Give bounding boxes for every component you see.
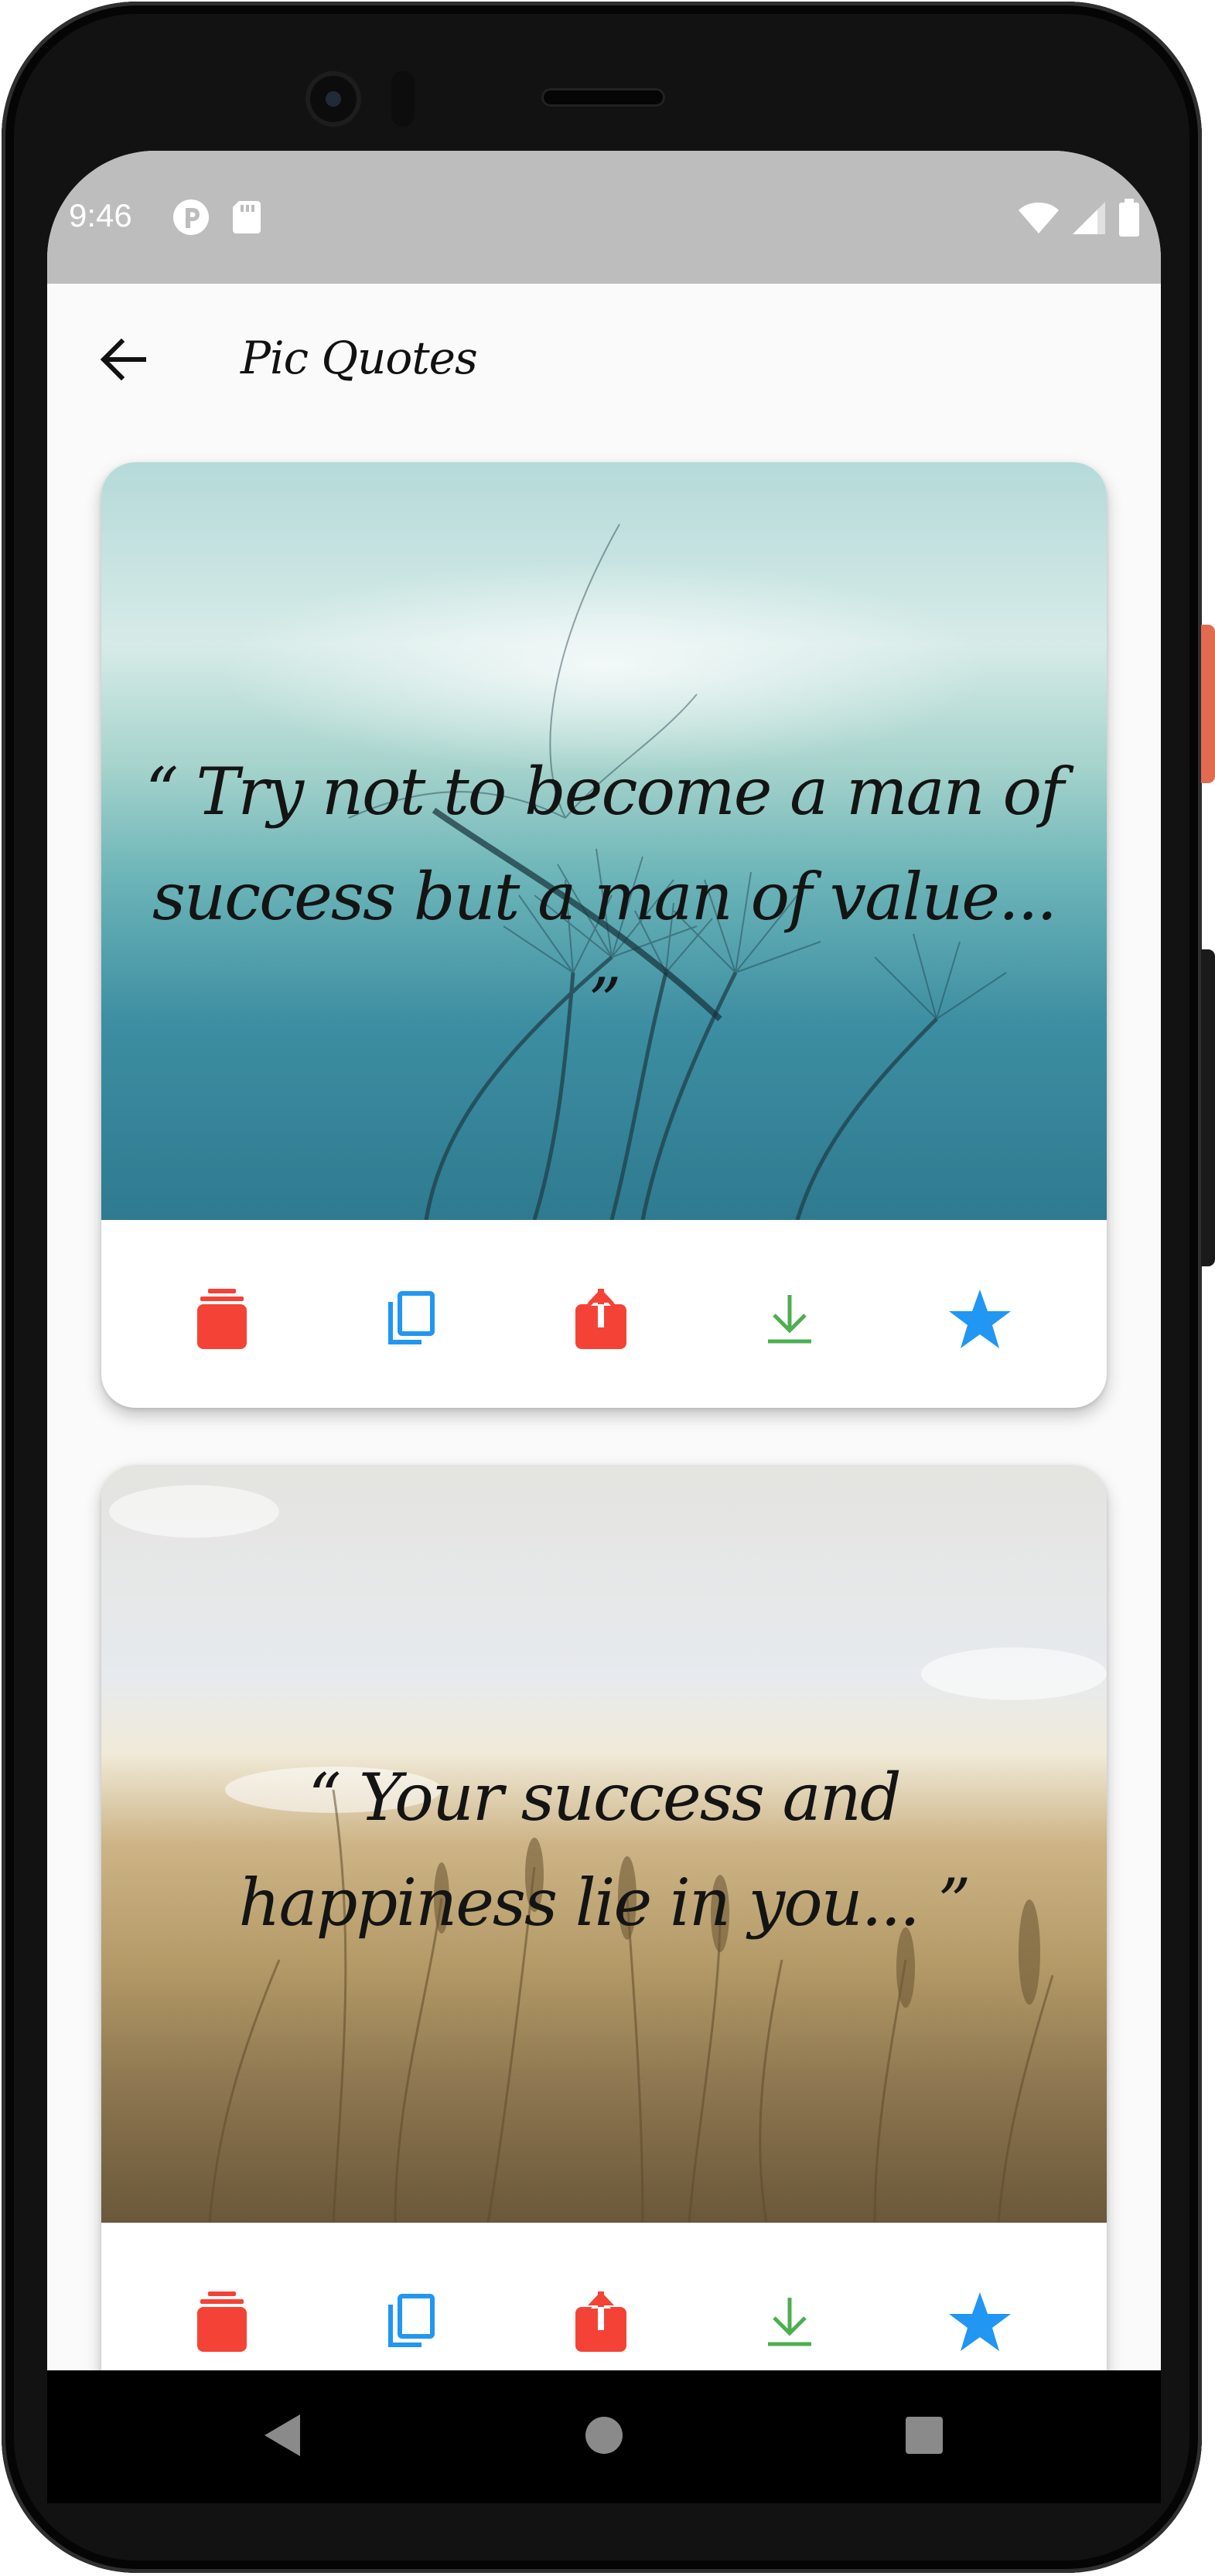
status-left-icons <box>171 197 262 240</box>
download-icon <box>766 1293 813 1348</box>
quote-image[interactable]: “ Try not to become a man of success but… <box>101 462 1107 1220</box>
front-camera <box>305 71 361 127</box>
delete-icon <box>197 1289 247 1352</box>
delete-button[interactable] <box>185 2286 259 2360</box>
download-button[interactable] <box>753 2286 827 2360</box>
favorite-star-icon <box>947 2291 1012 2356</box>
cell-signal-icon <box>1071 200 1107 239</box>
status-bar: 9:46 <box>47 151 1161 284</box>
status-right-icons <box>1017 199 1141 240</box>
nav-back-icon <box>263 2413 302 2461</box>
quote-text: “ Your success and happiness lie in you.… <box>238 1760 971 1941</box>
download-icon <box>766 2296 813 2350</box>
download-button[interactable] <box>753 1283 827 1358</box>
app-title: Pic Quotes <box>241 332 478 384</box>
delete-button[interactable] <box>185 1283 259 1358</box>
nav-home-button[interactable] <box>576 2409 632 2465</box>
card-actions <box>101 1220 1107 1408</box>
favorite-star-icon <box>947 1288 1012 1353</box>
battery-icon <box>1118 199 1141 240</box>
nav-recents-icon <box>904 2415 944 2458</box>
share-button[interactable] <box>564 2286 638 2360</box>
nav-home-icon <box>584 2415 624 2458</box>
copy-button[interactable] <box>374 1283 448 1358</box>
quote-image[interactable]: “ Your success and happiness lie in you.… <box>101 1465 1107 2223</box>
app-bar: Pic Quotes <box>47 284 1161 438</box>
earpiece-speaker <box>541 88 665 107</box>
arrow-back-icon <box>99 336 147 387</box>
card-actions <box>101 2223 1107 2370</box>
screen: 9:46 Pic Quotes “ Try not to become a ma… <box>47 151 1161 2370</box>
nav-bar <box>47 2370 1161 2503</box>
favorite-button[interactable] <box>943 1283 1017 1358</box>
quote-text: “ Try not to become a man of success but… <box>145 754 1064 1040</box>
copy-icon <box>386 2294 435 2353</box>
favorite-button[interactable] <box>943 2286 1017 2360</box>
delete-icon <box>197 2291 247 2355</box>
copy-icon <box>386 1291 435 1350</box>
nav-recents-button[interactable] <box>896 2409 952 2465</box>
wifi-icon <box>1017 201 1060 238</box>
app-notification-icon <box>171 197 211 240</box>
phone-frame: 9:46 Pic Quotes “ Try not to become a ma… <box>0 0 1215 2576</box>
share-icon <box>575 1289 626 1352</box>
quote-card: “ Try not to become a man of success but… <box>101 462 1107 1408</box>
sd-card-icon <box>231 199 262 238</box>
quote-card: “ Your success and happiness lie in you.… <box>101 1465 1107 2370</box>
proximity-sensor <box>391 71 415 127</box>
status-time: 9:46 <box>69 197 132 233</box>
nav-back-button[interactable] <box>254 2409 310 2465</box>
volume-button <box>1201 949 1215 1266</box>
share-button[interactable] <box>564 1283 638 1358</box>
power-button <box>1201 625 1215 783</box>
back-button[interactable] <box>92 330 154 392</box>
copy-button[interactable] <box>374 2286 448 2360</box>
share-icon <box>575 2291 626 2355</box>
